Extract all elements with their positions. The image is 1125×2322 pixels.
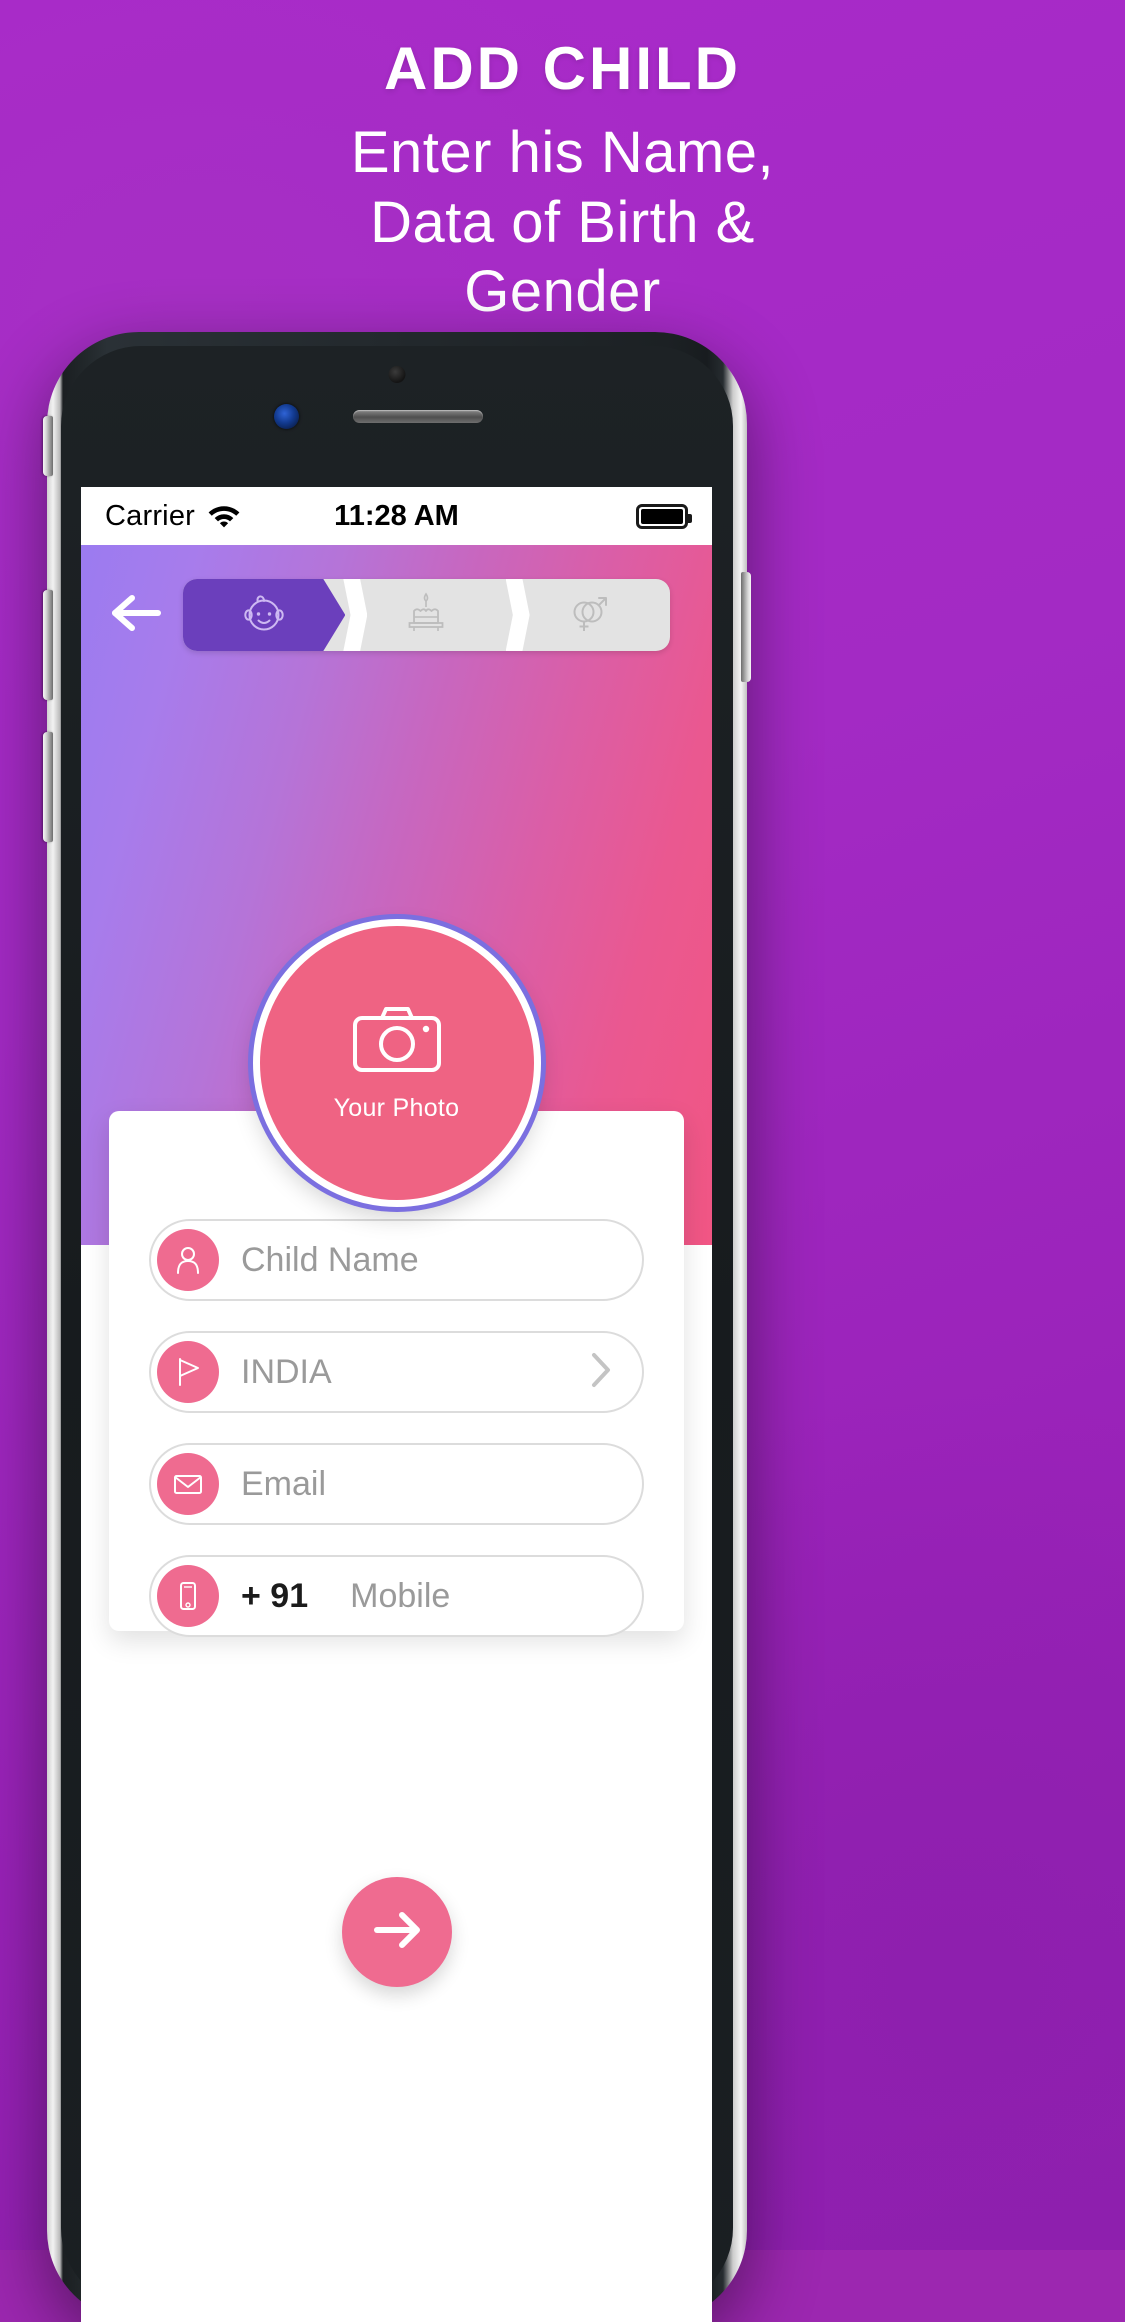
stepper-step-birthday[interactable] [345, 579, 507, 651]
country-value: INDIA [241, 1352, 332, 1391]
birthday-cake-icon [403, 590, 449, 641]
phone-mockup: Carrier 11:28 AM Your Photo Child Name I… [43, 332, 751, 2322]
battery-full-icon [636, 503, 692, 529]
envelope-icon [157, 1453, 219, 1515]
email-field[interactable]: Email [149, 1443, 644, 1525]
next-button[interactable] [341, 1877, 452, 1987]
earpiece-speaker [353, 410, 483, 423]
gender-symbols-icon [566, 590, 612, 641]
promo-title: ADD CHILD [384, 35, 741, 102]
photo-upload-label: Your Photo [333, 1094, 460, 1122]
mobile-placeholder: Mobile [350, 1576, 451, 1615]
back-button[interactable] [107, 584, 169, 646]
photo-upload-button[interactable]: Your Photo [252, 919, 541, 1207]
baby-face-icon [241, 590, 287, 641]
promo-subtitle: Enter his Name, Data of Birth & Gender [0, 118, 1125, 327]
smartphone-icon [157, 1565, 219, 1627]
arrow-left-icon [110, 591, 166, 640]
carrier-label: Carrier [105, 499, 196, 532]
app-topbar [81, 545, 712, 685]
wifi-icon [207, 503, 241, 529]
arrow-right-icon [368, 1907, 426, 1958]
stepper-progress [183, 579, 670, 651]
mobile-field[interactable]: + 91 Mobile [149, 1555, 644, 1637]
country-field[interactable]: INDIA [149, 1331, 644, 1413]
battery-fill [641, 508, 683, 524]
flag-icon [157, 1341, 219, 1403]
child-name-field[interactable]: Child Name [149, 1219, 644, 1301]
camera-icon [351, 1003, 443, 1082]
status-bar-right [636, 503, 692, 529]
promo-text-block: ADD CHILD Enter his Name, Data of Birth … [0, 0, 1125, 327]
silent-switch-button[interactable] [43, 416, 53, 476]
stepper-step-gender[interactable] [508, 579, 670, 651]
person-icon [157, 1229, 219, 1291]
mobile-country-code: + 91 [241, 1576, 309, 1615]
email-placeholder: Email [241, 1464, 327, 1503]
front-camera-icon [274, 404, 299, 429]
status-bar: Carrier 11:28 AM [81, 487, 712, 545]
status-bar-left: Carrier [105, 500, 241, 533]
stepper-step-name[interactable] [183, 579, 345, 651]
promo-subtitle-line-2: Data of Birth & [370, 189, 755, 255]
promo-subtitle-line-1: Enter his Name, [350, 120, 775, 185]
volume-down-button[interactable] [43, 732, 53, 842]
child-name-placeholder: Child Name [241, 1240, 419, 1279]
chevron-right-icon[interactable] [588, 1350, 614, 1395]
volume-up-button[interactable] [43, 590, 53, 700]
phone-screen: Carrier 11:28 AM Your Photo Child Name I… [81, 487, 712, 2322]
proximity-sensor-icon [388, 366, 406, 383]
power-button[interactable] [741, 572, 751, 682]
promo-subtitle-line-3: Gender [464, 259, 661, 325]
